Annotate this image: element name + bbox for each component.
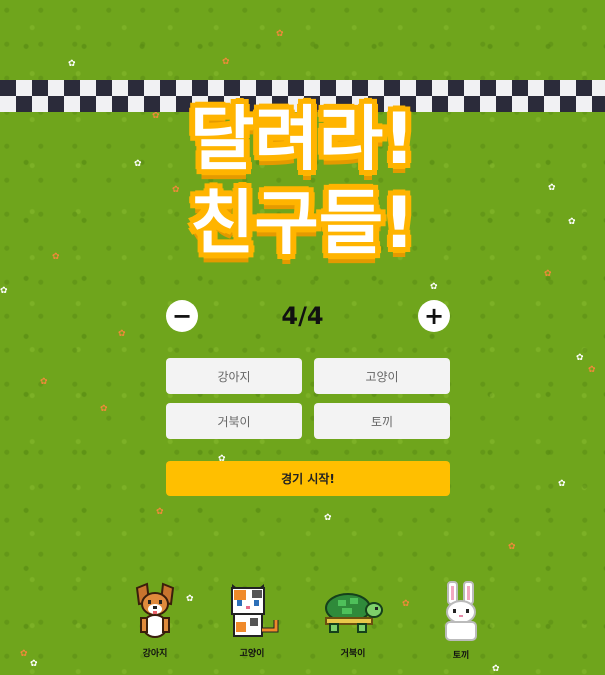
racer-turtle: 거북이 [318,580,388,659]
racer-name-input-3[interactable]: 거북이 [166,403,302,439]
game-title-line1: 달려라! [189,98,416,180]
racer-name-input-1[interactable]: 강아지 [166,358,302,394]
game-title-line2: 친구들! [189,182,416,264]
racer-name-input-4[interactable]: 토끼 [314,403,450,439]
racer-rabbit: 토끼 [426,580,496,661]
racer-dog: 강아지 [120,580,190,659]
cat-icon [231,584,279,637]
racer-label-dog: 강아지 [142,649,168,659]
dog-icon [135,582,175,638]
racer-name-input-2[interactable]: 고양이 [314,358,450,394]
racer-label-cat: 고양이 [239,649,265,659]
racer-label-turtle: 거북이 [340,649,366,659]
player-count: 4/4 [281,302,324,330]
start-race-button[interactable]: 경기 시작! [166,461,450,496]
racer-label-rabbit: 토끼 [452,651,470,661]
turtle-icon [325,593,383,633]
rabbit-icon [445,581,477,641]
racer-cat: 고양이 [217,580,287,659]
increase-count-button[interactable]: + [418,300,450,332]
